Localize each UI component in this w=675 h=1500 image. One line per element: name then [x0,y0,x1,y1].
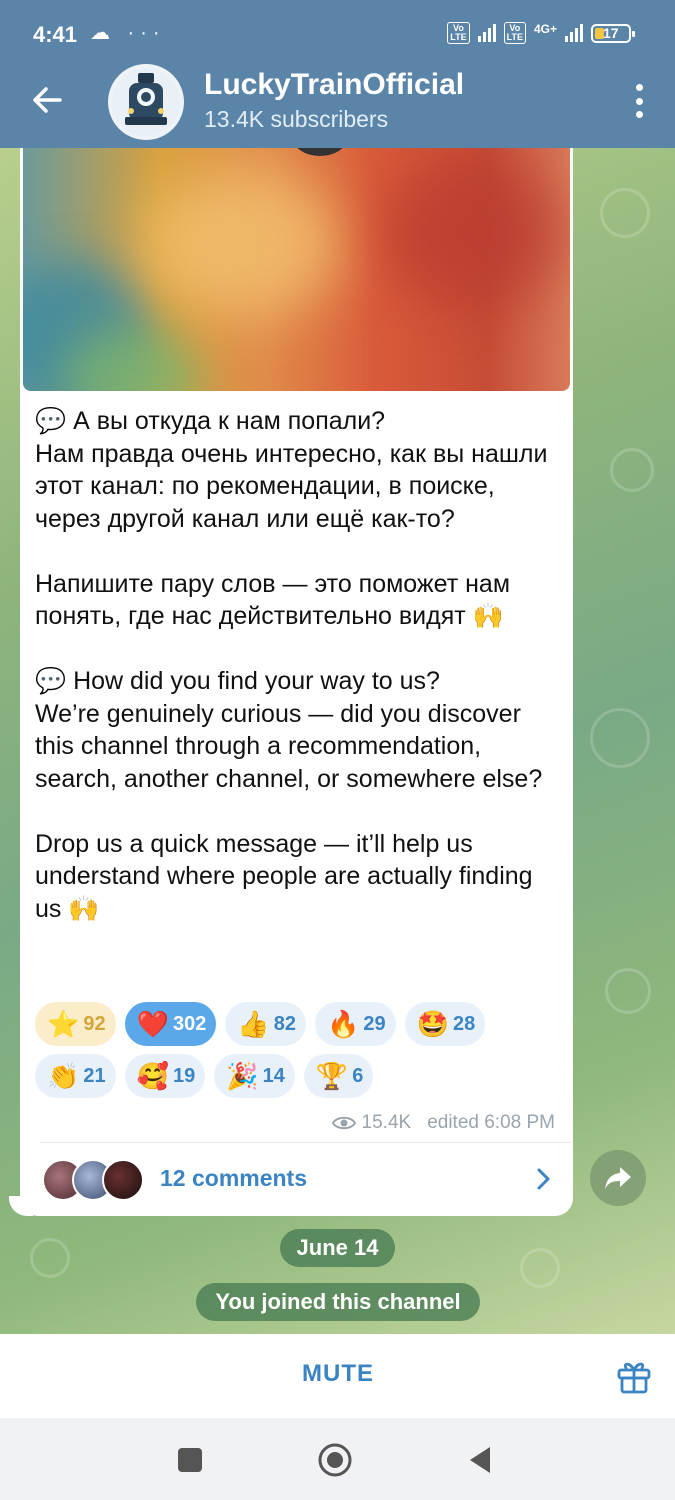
star-struck-icon: 🤩 [416,1009,449,1039]
gift-button[interactable] [614,1356,654,1396]
status-time: 4:41 [33,22,78,47]
reaction-count: 82 [273,1012,296,1035]
avatar [102,1159,144,1201]
comments-button[interactable]: 12 comments [20,1143,573,1213]
heart-icon: ❤️ [136,1009,169,1039]
message-text: 💬 А вы откуда к нам попали? Нам правда о… [35,407,548,923]
chevron-right-icon [537,1168,550,1190]
reaction-count: 302 [173,1012,207,1035]
reaction-count: 21 [83,1064,106,1087]
recents-button[interactable] [170,1440,210,1480]
battery-icon: 17 [591,23,635,43]
volte-icon: Vo LTE [447,22,470,44]
trophy-icon: 🏆 [315,1061,349,1091]
back-button[interactable] [28,82,68,118]
reaction-count: 6 [352,1064,364,1087]
thumbs-up-icon: 👍 [237,1009,270,1039]
fire-icon: 🔥 [327,1009,360,1039]
home-button[interactable] [315,1440,355,1480]
mute-button[interactable]: MUTE [258,1360,418,1388]
message-meta: 15.4K edited 6:08 PM [331,1112,555,1134]
eye-icon [331,1116,356,1130]
reaction-count: 28 [453,1012,476,1035]
back-nav-button[interactable] [460,1440,500,1480]
reaction-trophy[interactable]: 🏆 6 [303,1054,374,1098]
circle-icon [318,1443,352,1477]
system-nav-bar [0,1418,675,1500]
reaction-thumbs-up[interactable]: 👍 82 [225,1002,306,1046]
channel-title[interactable]: LuckyTrainOfficial [204,68,464,102]
reaction-count: 29 [363,1012,386,1035]
comments-label: 12 comments [160,1165,308,1191]
app-header: 4:41 ☁ ··· Vo LTE Vo LTE 4G+ 17 LuckyTrain… [0,0,675,148]
reaction-clap[interactable]: 👏 21 [35,1054,116,1098]
channel-avatar[interactable] [108,64,184,140]
gift-icon [617,1362,651,1394]
edited-time: edited 6:08 PM [427,1112,555,1133]
status-bar: 4:41 ☁ ··· Vo LTE Vo LTE 4G+ 17 [0,0,675,66]
triangle-back-icon [470,1447,490,1473]
clap-icon: 👏 [47,1061,80,1091]
signal-icon [477,24,496,42]
reaction-star[interactable]: ⭐ 92 [35,1002,116,1046]
share-button[interactable] [590,1150,646,1206]
battery-level: 17 [603,24,619,41]
smiling-hearts-icon: 🥰 [136,1061,169,1091]
reaction-heart[interactable]: ❤️ 302 [124,1002,217,1046]
star-icon: ⭐ [47,1009,80,1039]
reaction-fire[interactable]: 🔥 29 [315,1002,396,1046]
view-count: 15.4K [361,1112,412,1133]
notification-icons: ☁ ··· [90,22,166,44]
reaction-party[interactable]: 🎉 14 [214,1054,295,1098]
train-icon [112,68,180,136]
reaction-count: 92 [83,1012,106,1035]
joined-notice: You joined this channel [196,1283,480,1321]
bottom-bar: MUTE [0,1334,675,1418]
network-type: 4G+ [533,22,557,36]
subscriber-count: 13.4K subscribers [204,106,389,132]
more-menu-button[interactable] [631,84,647,118]
party-popper-icon: 🎉 [226,1061,259,1091]
square-icon [178,1448,202,1472]
volte-icon: Vo LTE [503,22,526,44]
arrow-left-icon [33,87,62,113]
post-image[interactable] [23,148,570,391]
reaction-count: 14 [262,1064,285,1087]
signal-icon [565,24,583,42]
reaction-star-struck[interactable]: 🤩 28 [404,1002,486,1046]
more-vertical-icon [635,84,643,91]
status-right: Vo LTE Vo LTE 4G+ 17 [447,22,635,44]
reaction-smiling-hearts[interactable]: 🥰 19 [124,1054,206,1098]
reactions-bar: ⭐ 92 ❤️ 302 👍 82 🔥 29 🤩 28 👏 21 🥰 19 🎉 14 🏆 6 [35,1002,555,1098]
share-icon [605,1167,631,1189]
date-separator: June 14 [280,1229,395,1267]
reaction-count: 19 [173,1064,196,1087]
